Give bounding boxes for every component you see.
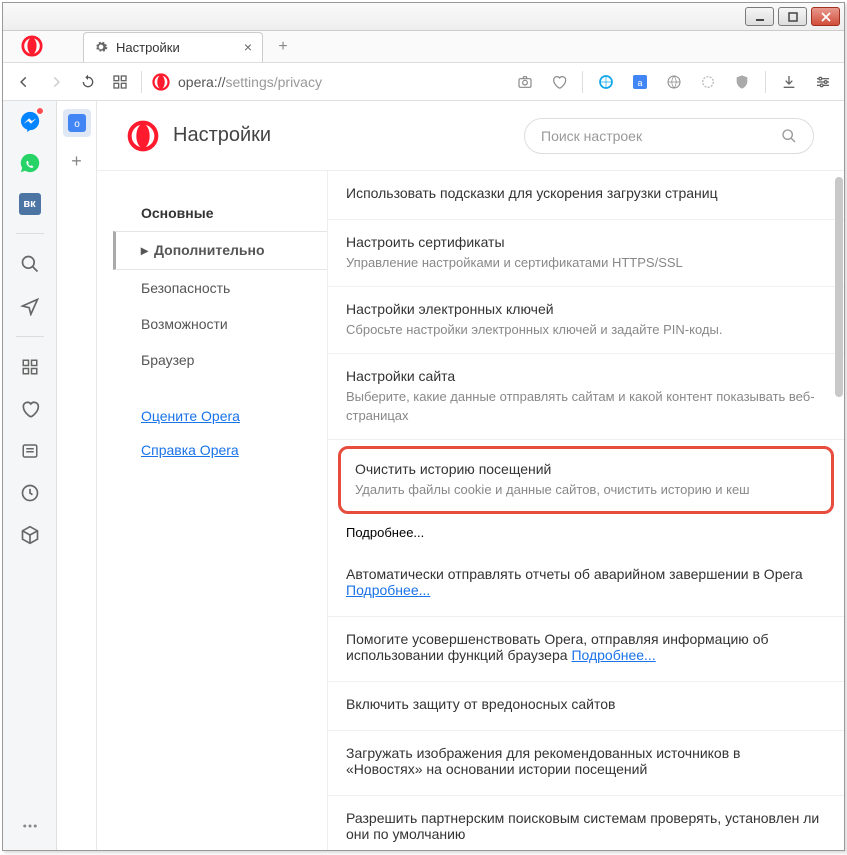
setting-row[interactable]: Использовать подсказки для ускорения заг… [328,171,844,220]
setting-title: Помогите усовершенствовать Opera, отправ… [346,631,820,663]
setting-title: Настроить сертификаты [346,234,820,250]
extension-icon-1[interactable] [595,71,617,93]
downloads-icon[interactable] [778,71,800,93]
setting-title: Настройки сайта [346,368,820,384]
easy-setup-icon[interactable] [812,71,834,93]
vertical-tab-column: о + [57,101,97,850]
setting-title: Загружать изображения для рекомендованны… [346,745,820,777]
address-bar[interactable]: opera://settings/privacy [152,73,504,91]
setting-title: Очистить историю посещений [355,461,817,477]
tab-settings[interactable]: Настройки × [83,32,263,62]
navigation-bar: opera://settings/privacy а [3,63,844,101]
opera-logo-icon [127,120,159,152]
snapshot-icon[interactable] [514,71,536,93]
setting-desc: Выберите, какие данные отправлять сайтам… [346,388,820,424]
tab-title: Настройки [116,40,180,55]
tabstrip: Настройки × + [3,31,844,63]
setting-row[interactable]: Включить защиту от вредоносных сайтов [328,682,844,731]
setting-row[interactable]: Настройки электронных ключей Сбросьте нас… [328,287,844,354]
setting-row[interactable]: Разрешить партнерским поисковым системам… [328,796,844,850]
search-icon[interactable] [18,252,42,276]
setting-desc: Управление настройками и сертификатами H… [346,254,820,272]
minimize-button[interactable] [745,7,774,26]
setting-row[interactable]: Автоматически отправлять отчеты об авари… [328,552,844,617]
setting-title: Автоматически отправлять отчеты об авари… [346,566,820,598]
messenger-icon[interactable] [18,109,42,133]
settings-list[interactable]: Использовать подсказки для ускорения заг… [327,171,844,850]
back-button[interactable] [13,71,35,93]
forward-button[interactable] [45,71,67,93]
gear-icon [94,40,108,54]
maximize-button[interactable] [778,7,807,26]
tabcol-translate[interactable]: о [63,109,91,137]
learn-more-link[interactable]: Подробнее... [346,582,430,598]
shield-icon[interactable] [731,71,753,93]
svg-text:а: а [637,78,642,88]
page-title: Настройки [173,124,271,147]
extension-icon-4[interactable] [697,71,719,93]
learn-more-link[interactable]: Подробнее... [571,647,655,663]
new-tab-button[interactable]: + [271,35,295,59]
setting-row[interactable]: Помогите усовершенствовать Opera, отправ… [328,617,844,682]
setting-title: Настройки электронных ключей [346,301,820,317]
setting-desc: Удалить файлы cookie и данные сайтов, оч… [355,481,817,499]
speed-dial-icon[interactable] [109,71,131,93]
settings-nav: Основные▸ДополнительноБезопасностьВозмож… [97,171,327,850]
setting-title: Использовать подсказки для ускорения заг… [346,185,820,201]
nav-item-Безопасность[interactable]: Безопасность [127,270,327,306]
setting-row[interactable]: Настроить сертификаты Управление настройк… [328,220,844,287]
extensions-cube-icon[interactable] [18,523,42,547]
settings-header: Настройки Поиск настроек [97,101,844,171]
svg-text:о: о [74,119,80,130]
tab-close-icon[interactable]: × [244,39,252,55]
window-titlebar [3,3,844,31]
bookmarks-heart-icon[interactable] [18,397,42,421]
setting-row[interactable]: Настройки сайта Выберите, какие данные от… [328,354,844,439]
flow-icon[interactable] [18,294,42,318]
nav-item-Браузер[interactable]: Браузер [127,342,327,378]
extension-icon-3[interactable] [663,71,685,93]
nav-item-Возможности[interactable]: Возможности [127,306,327,342]
setting-row[interactable]: Загружать изображения для рекомендованны… [328,731,844,796]
setting-title: Включить защиту от вредоносных сайтов [346,696,820,712]
sidebar-more-icon[interactable] [18,814,42,838]
app-sidebar: вк [3,101,57,850]
opera-favicon [152,73,170,91]
learn-more-link[interactable]: Подробнее... [346,525,424,540]
setting-desc: Сбросьте настройки электронных ключей и … [346,321,820,339]
speed-dial-sidebar-icon[interactable] [18,355,42,379]
url-text: opera://settings/privacy [178,74,322,90]
heart-icon[interactable] [548,71,570,93]
search-settings-input[interactable]: Поиск настроек [524,118,814,154]
nav-item-Основные[interactable]: Основные [127,195,327,231]
vk-icon[interactable]: вк [19,193,41,215]
nav-link[interactable]: Оцените Opera [127,402,327,430]
nav-link[interactable]: Справка Opera [127,436,327,464]
tabcol-add[interactable]: + [63,147,91,175]
scrollbar[interactable] [834,177,844,844]
extension-icon-2[interactable]: а [629,71,651,93]
close-button[interactable] [811,7,840,26]
search-icon [781,128,797,144]
reload-button[interactable] [77,71,99,93]
nav-item-Дополнительно[interactable]: ▸Дополнительно [113,231,327,270]
news-icon[interactable] [18,439,42,463]
opera-menu-button[interactable] [0,30,64,62]
history-icon[interactable] [18,481,42,505]
setting-title: Разрешить партнерским поисковым системам… [346,810,820,842]
setting-row[interactable]: Очистить историю посещений Удалить файлы … [338,446,834,514]
whatsapp-icon[interactable] [18,151,42,175]
